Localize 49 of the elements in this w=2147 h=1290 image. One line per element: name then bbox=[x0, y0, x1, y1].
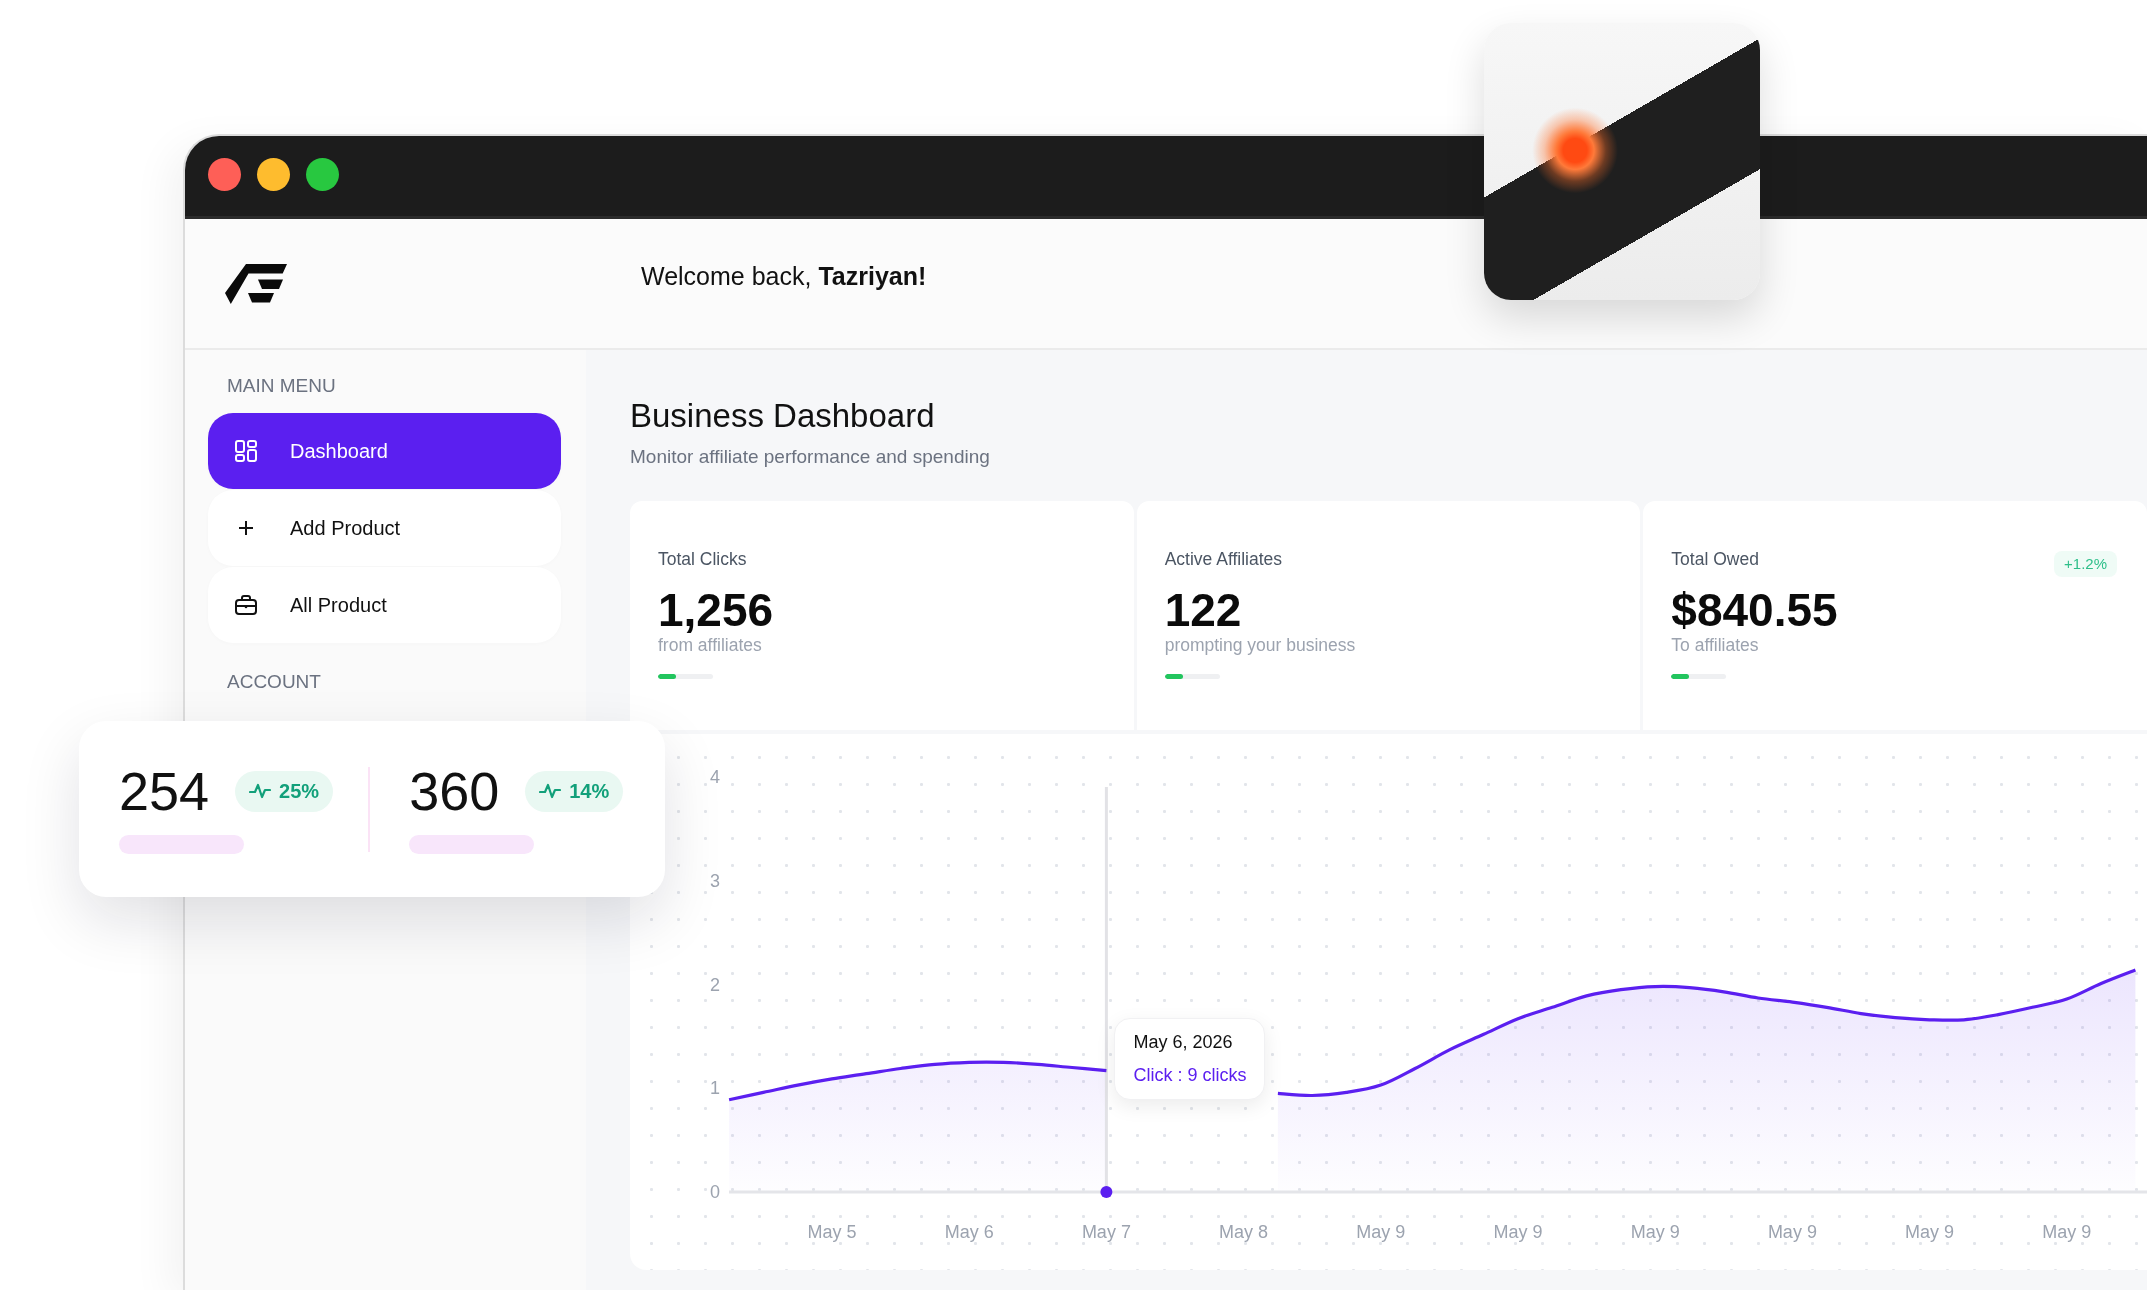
tooltip-date: May 6, 2026 bbox=[1133, 1031, 1233, 1053]
stat-number: 254 bbox=[119, 764, 210, 818]
x-axis-label: May 9 bbox=[1493, 1222, 1543, 1242]
x-axis-label: May 9 bbox=[1767, 1222, 1817, 1242]
x-axis-label: May 9 bbox=[2042, 1222, 2092, 1242]
stat-value: 1,256 bbox=[658, 587, 774, 633]
close-icon[interactable] bbox=[208, 157, 241, 191]
y-axis-label: 3 bbox=[710, 870, 720, 891]
welcome-text: Welcome back, Tazriyan! bbox=[641, 262, 927, 291]
stat-value: $840.55 bbox=[1671, 587, 1838, 633]
nav-item[interactable]: All Product bbox=[208, 567, 561, 643]
stat-label: Total Clicks bbox=[658, 549, 747, 570]
tooltip-value: Click : 9 clicks bbox=[1133, 1064, 1247, 1086]
y-axis-label: 0 bbox=[710, 1182, 720, 1202]
x-axis-label: May 6 bbox=[944, 1222, 994, 1242]
y-axis-label: 1 bbox=[710, 1078, 720, 1099]
stat-number: 360 bbox=[409, 764, 500, 818]
x-axis-label: May 7 bbox=[1081, 1222, 1131, 1242]
change-badge: +1.2% bbox=[2054, 551, 2117, 577]
grid-icon bbox=[235, 440, 257, 462]
y-axis-label: 4 bbox=[710, 767, 720, 787]
stat-caption: prompting your business bbox=[1164, 635, 1356, 656]
stat-caption: from affiliates bbox=[658, 635, 762, 656]
nav-item[interactable]: Add Product bbox=[208, 490, 561, 566]
page-subtitle: Monitor affiliate performance and spending bbox=[630, 445, 990, 469]
x-axis-label: May 5 bbox=[807, 1222, 857, 1242]
stat-caption: To affiliates bbox=[1671, 635, 1759, 656]
section-heading: MAIN MENU bbox=[227, 374, 336, 397]
stat-label: Active Affiliates bbox=[1164, 549, 1283, 570]
briefcase-icon bbox=[235, 594, 257, 616]
change-percent: 14% bbox=[569, 779, 610, 803]
minimize-icon[interactable] bbox=[257, 157, 290, 191]
nav-item[interactable]: Dashboard bbox=[208, 413, 561, 489]
logo-icon bbox=[225, 263, 287, 304]
stat-value: 122 bbox=[1164, 587, 1242, 633]
y-axis-label: 2 bbox=[710, 974, 720, 995]
x-axis-label: May 9 bbox=[1356, 1222, 1406, 1242]
hover-marker-icon bbox=[1100, 1186, 1113, 1198]
x-axis-label: May 9 bbox=[1905, 1222, 1955, 1242]
pulse-icon bbox=[249, 783, 272, 799]
x-axis-label: May 9 bbox=[1630, 1222, 1680, 1242]
x-axis-label: May 8 bbox=[1219, 1222, 1269, 1242]
change-percent: 25% bbox=[279, 779, 320, 803]
maximize-icon[interactable] bbox=[306, 157, 339, 191]
section-heading: ACCOUNT bbox=[227, 670, 321, 693]
plus-icon bbox=[238, 520, 254, 536]
stat-label: Total Owed bbox=[1671, 549, 1759, 570]
pulse-icon bbox=[539, 783, 562, 799]
page-title: Business Dashboard bbox=[630, 396, 935, 436]
